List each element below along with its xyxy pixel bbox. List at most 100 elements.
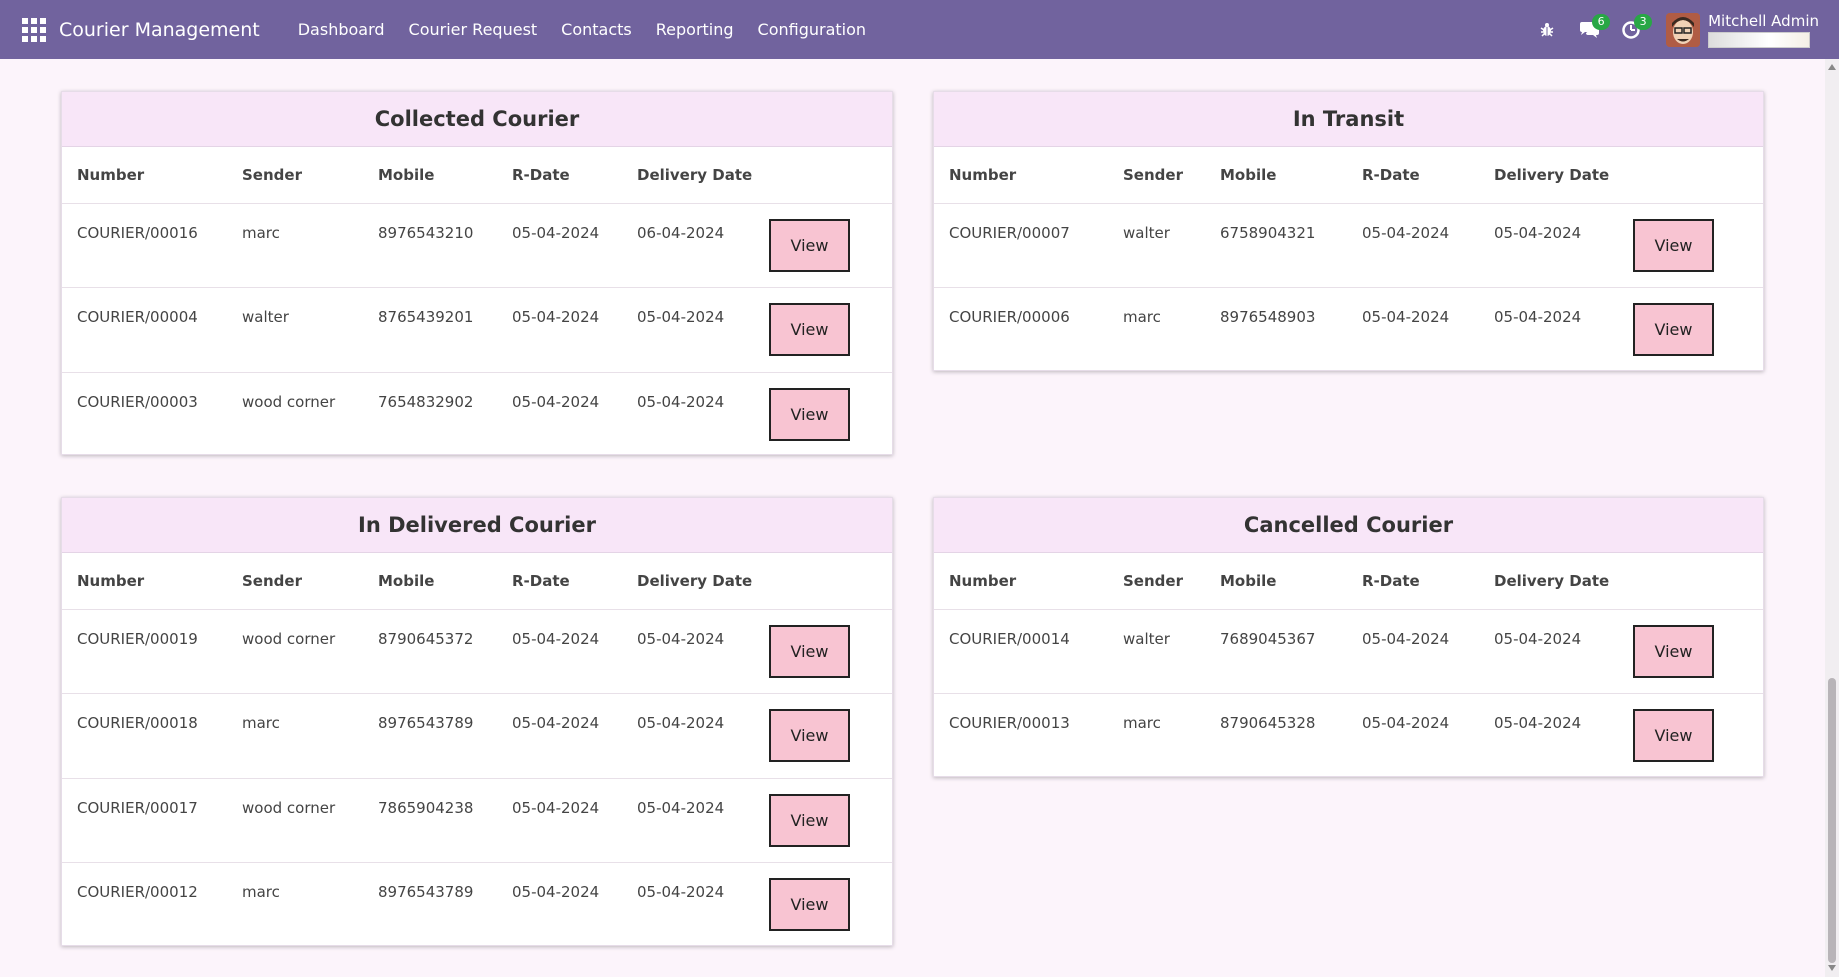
cell-delivery-date: 05-04-2024 [1479,609,1633,694]
view-button[interactable]: View [769,793,850,847]
cell-delivery-date: 05-04-2024 [1494,714,1582,732]
activities-button[interactable]: 3 [1610,0,1653,59]
cell-sender: marc [1123,308,1161,326]
cell-sender: wood corner [227,609,363,694]
column-header-actions [1633,147,1763,204]
cell-r-date: 05-04-2024 [497,287,622,373]
column-header-actions [769,553,892,610]
scroll-up-arrow-icon[interactable] [1828,64,1836,70]
cell-mobile: 7654832902 [378,392,474,411]
view-button[interactable]: View [769,303,850,356]
apps-grid-icon[interactable] [22,17,46,42]
collected-table: Number Sender Mobile R-Date Delivery Dat… [62,147,892,457]
column-header-number: Number [934,147,1108,204]
database-label [1708,31,1811,48]
scroll-down-arrow-icon[interactable] [1828,965,1836,971]
view-button[interactable]: View [769,624,850,678]
column-header-sender: Sender [1108,147,1205,204]
cell-number: COURIER/00018 [62,693,227,779]
cell-mobile: 8790645328 [1220,714,1316,732]
cell-number: COURIER/00019 [62,609,227,694]
table-row: COURIER/00018 marc 8976543789 05-04-2024… [62,693,892,779]
cell-r-date: 05-04-2024 [1347,609,1479,694]
column-header-delivery-date: Delivery Date [622,553,769,610]
card-title: In Delivered Courier [62,498,892,553]
column-header-mobile: Mobile [363,147,497,204]
user-menu[interactable]: Mitchell Admin [1666,12,1819,48]
column-header-mobile: Mobile [1205,147,1347,204]
cell-r-date: 05-04-2024 [1347,203,1479,288]
menu-contacts[interactable]: Contacts [549,20,644,39]
cell-delivery-date: 05-04-2024 [1479,203,1633,288]
user-name: Mitchell Admin [1708,11,1819,30]
cell-delivery-date: 05-04-2024 [637,392,725,411]
cell-r-date: 05-04-2024 [512,392,600,411]
view-button[interactable]: View [1633,709,1714,762]
table-row: COURIER/00013 marc 8790645328 05-04-2024… [934,694,1763,779]
messages-badge: 6 [1592,14,1611,30]
cell-sender: marc [227,693,363,779]
table-row: COURIER/00006 marc 8976548903 05-04-2024… [934,288,1763,373]
messages-button[interactable]: 6 [1568,0,1611,59]
cell-r-date: 05-04-2024 [497,778,622,863]
cell-mobile: 7689045367 [1205,609,1347,694]
card-title: Collected Courier [62,92,892,147]
collected-courier-card: Collected Courier Number Sender Mobile R… [61,91,893,455]
cell-number: COURIER/00007 [934,203,1108,288]
column-header-mobile: Mobile [363,553,497,610]
column-header-mobile: Mobile [1205,553,1347,610]
menu-reporting[interactable]: Reporting [644,20,746,39]
card-title: Cancelled Courier [934,498,1763,553]
menu-configuration[interactable]: Configuration [746,20,879,39]
in-transit-card: In Transit Number Sender Mobile R-Date D… [933,91,1764,371]
cell-number: COURIER/00013 [949,714,1070,732]
table-row: COURIER/00007 walter 6758904321 05-04-20… [934,203,1763,288]
table-header-row: Number Sender Mobile R-Date Delivery Dat… [62,553,892,610]
cell-delivery-date: 05-04-2024 [637,883,725,901]
cell-mobile: 8765439201 [363,287,497,373]
view-button[interactable]: View [769,878,850,931]
menu-dashboard[interactable]: Dashboard [286,20,397,39]
cell-r-date: 05-04-2024 [497,609,622,694]
cell-r-date: 05-04-2024 [1362,308,1450,326]
avatar [1666,12,1701,47]
cancelled-courier-card: Cancelled Courier Number Sender Mobile R… [933,497,1764,777]
column-header-actions [1633,553,1763,610]
view-button[interactable]: View [769,387,850,441]
view-button[interactable]: View [1633,624,1714,678]
column-header-r-date: R-Date [1347,147,1479,204]
cell-number: COURIER/00016 [62,203,227,288]
column-header-actions [769,147,892,204]
column-header-delivery-date: Delivery Date [1479,553,1633,610]
view-button[interactable]: View [1633,303,1714,356]
column-header-delivery-date: Delivery Date [1479,147,1633,204]
cell-mobile: 7865904238 [363,778,497,863]
view-button[interactable]: View [1633,218,1714,272]
cell-delivery-date: 05-04-2024 [622,609,769,694]
table-row: COURIER/00014 walter 7689045367 05-04-20… [934,609,1763,694]
cell-mobile: 8976543789 [378,883,474,901]
cell-number: COURIER/00012 [77,883,198,901]
cell-number: COURIER/00003 [77,392,198,411]
app-brand[interactable]: Courier Management [59,19,260,41]
cell-delivery-date: 05-04-2024 [622,693,769,779]
cancelled-table: Number Sender Mobile R-Date Delivery Dat… [934,553,1763,778]
debug-button[interactable] [1526,0,1568,59]
scrollbar-thumb[interactable] [1828,678,1836,963]
column-header-sender: Sender [227,147,363,204]
main-menu: Dashboard Courier Request Contacts Repor… [286,20,878,39]
cell-sender: walter [1108,203,1205,288]
column-header-r-date: R-Date [497,553,622,610]
column-header-number: Number [934,553,1108,610]
cell-number: COURIER/00017 [62,778,227,863]
column-header-r-date: R-Date [497,147,622,204]
systray: 6 3 Mitchell Admin [1526,0,1839,59]
table-row: COURIER/00016 marc 8976543210 05-04-2024… [62,203,892,288]
cell-mobile: 8976548903 [1220,308,1316,326]
cell-delivery-date: 05-04-2024 [1494,308,1582,326]
cell-r-date: 05-04-2024 [512,883,600,901]
view-button[interactable]: View [769,709,850,762]
menu-courier-request[interactable]: Courier Request [397,20,550,39]
cell-number: COURIER/00006 [949,308,1070,326]
view-button[interactable]: View [769,218,850,272]
